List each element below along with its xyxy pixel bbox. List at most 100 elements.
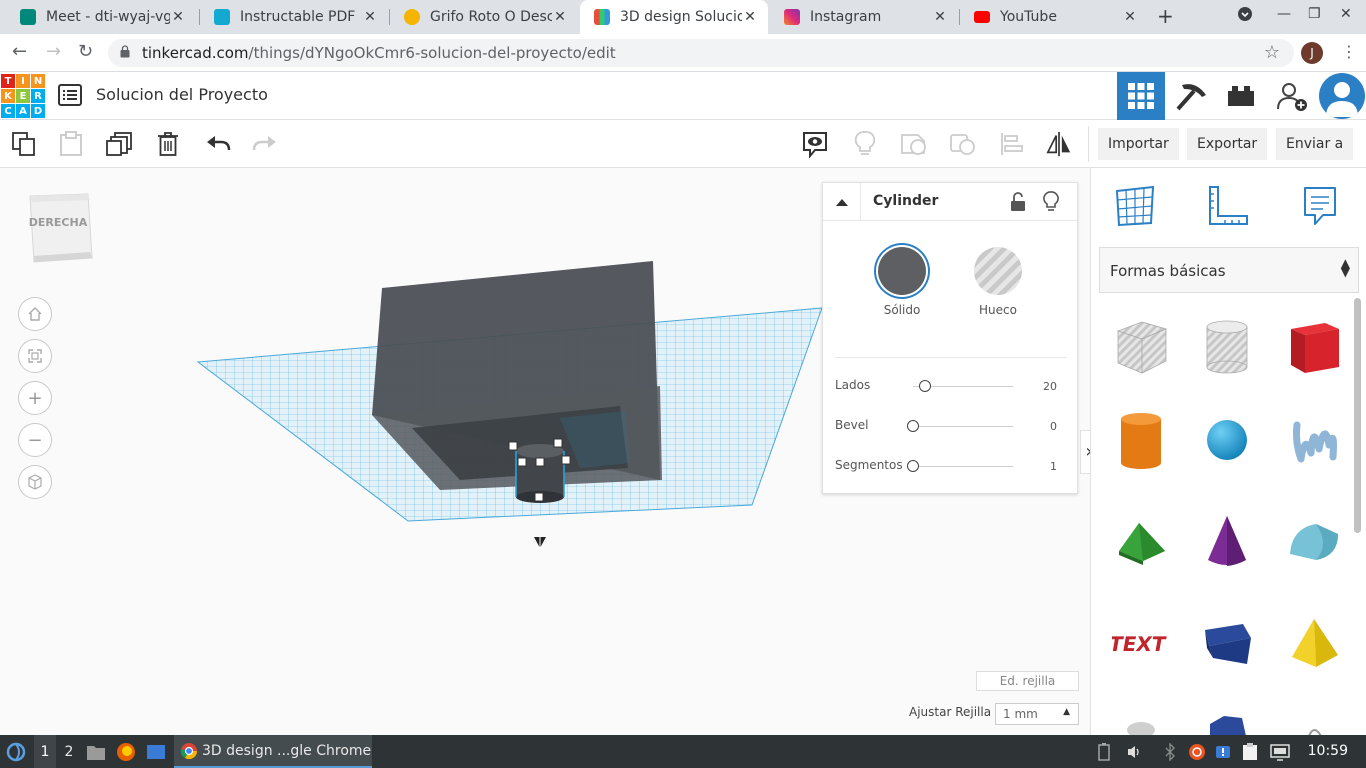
copy-button[interactable] [10, 130, 38, 158]
box-hole-shape[interactable] [1111, 316, 1171, 378]
3d-view-button[interactable] [1117, 72, 1165, 120]
menu-dots-icon[interactable]: ⋮ [1341, 42, 1357, 61]
workspace-2[interactable]: 2 [62, 735, 76, 768]
fit-view-button[interactable] [18, 339, 52, 373]
bricks-button[interactable] [1217, 72, 1265, 120]
send-to-button[interactable]: Enviar a [1276, 128, 1354, 160]
design-list-icon[interactable] [58, 84, 82, 106]
shape-category-select[interactable]: Formas básicas ▲ ▼ [1099, 247, 1359, 293]
back-icon[interactable]: ← [12, 42, 27, 62]
box-shape[interactable] [1284, 316, 1344, 378]
home-view-button[interactable] [18, 297, 52, 331]
wedge-shape[interactable] [1197, 612, 1257, 674]
sphere-shape[interactable] [1197, 409, 1257, 471]
segments-slider-knob[interactable] [907, 460, 919, 472]
firefox-icon[interactable] [116, 735, 136, 768]
user-avatar[interactable] [1318, 72, 1366, 120]
delete-button[interactable] [154, 130, 182, 158]
redo-button[interactable] [251, 130, 279, 158]
view-cube[interactable]: DERECHA [26, 192, 94, 264]
import-button[interactable]: Importar [1098, 128, 1179, 160]
ruler-tool-button[interactable] [1204, 182, 1252, 230]
close-icon[interactable]: ✕ [170, 9, 186, 25]
tab-meet[interactable]: Meet - dti-wyaj-vgg ✕ [6, 0, 196, 34]
os-menu-icon[interactable] [6, 735, 26, 768]
tab-youtube[interactable]: YouTube ✕ [960, 0, 1148, 34]
close-window-icon[interactable]: ✕ [1340, 6, 1352, 22]
bookmark-star-icon[interactable]: ☆ [1264, 42, 1280, 63]
scribble-shape[interactable] [1284, 409, 1344, 471]
cone-shape[interactable] [1197, 510, 1257, 572]
mirror-button[interactable] [1045, 130, 1073, 158]
bluetooth-icon[interactable] [1164, 735, 1176, 768]
file-manager-icon[interactable] [86, 735, 106, 768]
show-all-button[interactable] [851, 130, 879, 158]
zoom-out-button[interactable]: − [18, 423, 52, 457]
export-button[interactable]: Exportar [1187, 128, 1268, 160]
tab-instagram[interactable]: Instagram ✕ [770, 0, 958, 34]
collapse-button[interactable] [823, 183, 861, 221]
partial-shape-row-item[interactable] [1111, 706, 1171, 735]
reload-icon[interactable]: ↻ [78, 42, 93, 62]
display-icon[interactable] [1270, 735, 1290, 768]
volume-icon[interactable] [1126, 735, 1142, 768]
sides-value[interactable]: 20 [1043, 380, 1057, 393]
add-user-button[interactable] [1268, 72, 1316, 120]
profile-avatar[interactable]: J [1301, 42, 1323, 64]
duplicate-button[interactable] [106, 130, 134, 158]
edit-grid-button[interactable]: Ed. rejilla [976, 671, 1079, 691]
restore-icon[interactable]: ❐ [1308, 6, 1321, 22]
bevel-slider[interactable] [913, 426, 1013, 427]
hole-swatch[interactable] [974, 247, 1022, 295]
workspace-1[interactable]: 1 [34, 735, 56, 768]
close-icon[interactable]: ✕ [932, 9, 948, 25]
partial-shape-row-item[interactable] [1284, 706, 1344, 735]
round-roof-shape[interactable] [1284, 510, 1344, 572]
address-bar[interactable]: tinkercad.com/things/dYNgoOkCmr6-solucio… [108, 39, 1294, 67]
tab-search-icon[interactable] [1237, 6, 1253, 26]
codeblocks-minecraft-button[interactable] [1167, 72, 1215, 120]
tab-grifo[interactable]: Grifo Roto O Descon ✕ [390, 0, 578, 34]
cylinder-shape[interactable] [1111, 409, 1171, 471]
tab-instructable-pdf[interactable]: Instructable PDF ✕ [200, 0, 388, 34]
tinkercad-logo[interactable]: T I N K E R C A D [1, 74, 45, 118]
lock-icon[interactable] [1010, 192, 1026, 212]
solid-swatch[interactable] [878, 247, 926, 295]
notification-icon[interactable] [1214, 735, 1232, 768]
hole-option[interactable]: Hueco [974, 247, 1022, 317]
solid-option[interactable]: Sólido [878, 247, 926, 317]
cylinder-hole-shape[interactable] [1197, 316, 1257, 378]
segments-value[interactable]: 1 [1050, 460, 1057, 473]
zoom-in-button[interactable]: + [18, 381, 52, 415]
tab-3d-design[interactable]: 3D design Solucion ✕ [580, 0, 768, 34]
sides-slider-knob[interactable] [919, 380, 931, 392]
pyramid-shape[interactable] [1284, 612, 1344, 674]
shapes-panel-scrollbar[interactable] [1354, 298, 1361, 533]
bevel-slider-knob[interactable] [907, 420, 919, 432]
project-title[interactable]: Solucion del Proyecto [96, 85, 268, 104]
roof-shape[interactable] [1111, 510, 1171, 572]
group-button[interactable] [900, 130, 928, 158]
close-icon[interactable]: ✕ [552, 9, 568, 25]
taskbar-chrome-window[interactable]: 3D design ...gle Chrome [174, 735, 372, 768]
new-tab-icon[interactable]: + [1157, 4, 1174, 28]
lightbulb-icon[interactable] [1043, 191, 1059, 213]
bevel-value[interactable]: 0 [1050, 420, 1057, 433]
text-shape[interactable]: TEXT [1111, 612, 1171, 674]
paste-button[interactable] [57, 130, 85, 158]
close-icon[interactable]: ✕ [1122, 9, 1138, 25]
cylinder-object[interactable] [508, 438, 571, 548]
ortho-view-button[interactable] [18, 465, 52, 499]
notes-tool-button[interactable] [1296, 182, 1344, 230]
undo-button[interactable] [204, 130, 232, 158]
notes-toggle-button[interactable] [801, 130, 829, 158]
snap-grid-select[interactable]: 1 mm ▲ [995, 703, 1079, 725]
clipboard-icon[interactable] [1242, 735, 1258, 768]
battery-icon[interactable] [1098, 735, 1110, 768]
close-icon[interactable]: ✕ [362, 9, 378, 25]
segments-slider[interactable] [913, 466, 1013, 467]
window-list-icon[interactable] [146, 735, 166, 768]
ungroup-button[interactable] [949, 130, 977, 158]
partial-shape-row-item[interactable] [1197, 706, 1257, 735]
align-button[interactable] [998, 130, 1026, 158]
